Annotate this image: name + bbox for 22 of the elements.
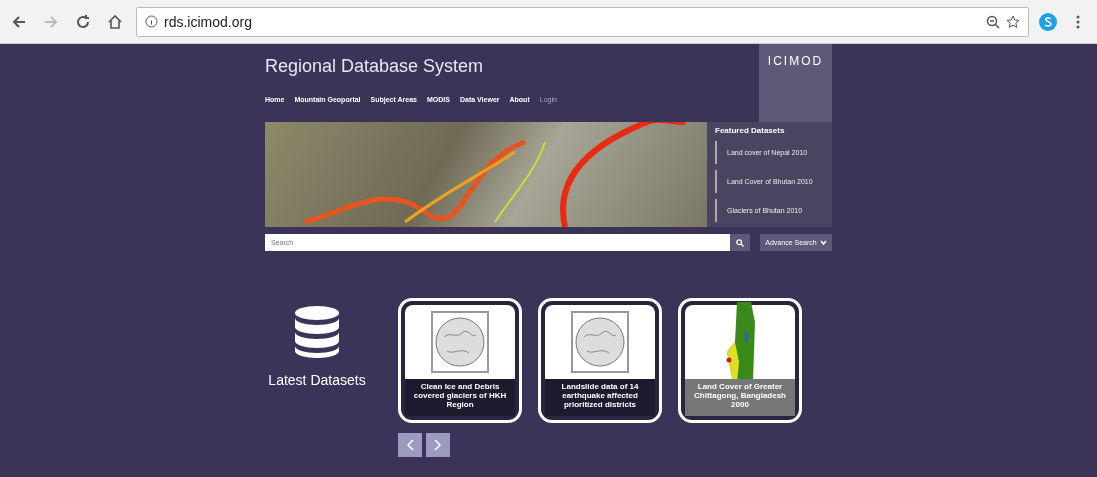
- database-icon: [294, 306, 340, 358]
- zoom-icon[interactable]: [986, 14, 1000, 29]
- search-icon: [736, 238, 744, 247]
- dataset-card[interactable]: Clean Ice and Debris covered glaciers of HKH Region: [398, 298, 522, 423]
- star-icon[interactable]: [1006, 14, 1020, 29]
- latest-datasets-heading: Latest Datasets: [268, 372, 366, 388]
- logo-panel[interactable]: ICIMOD: [759, 44, 832, 122]
- chevron-left-icon: [406, 439, 414, 451]
- logo-text: ICIMOD: [767, 54, 824, 68]
- extension-icon[interactable]: [1039, 12, 1057, 31]
- address-field[interactable]: rds.icimod.org: [136, 6, 1029, 37]
- dataset-card[interactable]: Landslide data of 14 earthquake affected prioritized districts: [538, 298, 662, 423]
- chevron-right-icon: [434, 439, 442, 451]
- info-icon: [145, 15, 158, 28]
- card-caption: Clean Ice and Debris covered glaciers of HKH Region: [405, 379, 515, 416]
- featured-title: Featured Datasets: [715, 126, 786, 135]
- site-title: Regional Database System: [265, 56, 485, 78]
- card-caption: Land Cover of Greater Chittagong, Bangladesh 2000: [685, 379, 795, 416]
- chevron-down-icon: [819, 240, 827, 245]
- card-caption: Landslide data of 14 earthquake affected prioritized districts: [545, 379, 655, 416]
- dataset-card[interactable]: Land Cover of Greater Chittagong, Bangladesh 2000: [678, 298, 802, 423]
- search-button[interactable]: [730, 234, 750, 251]
